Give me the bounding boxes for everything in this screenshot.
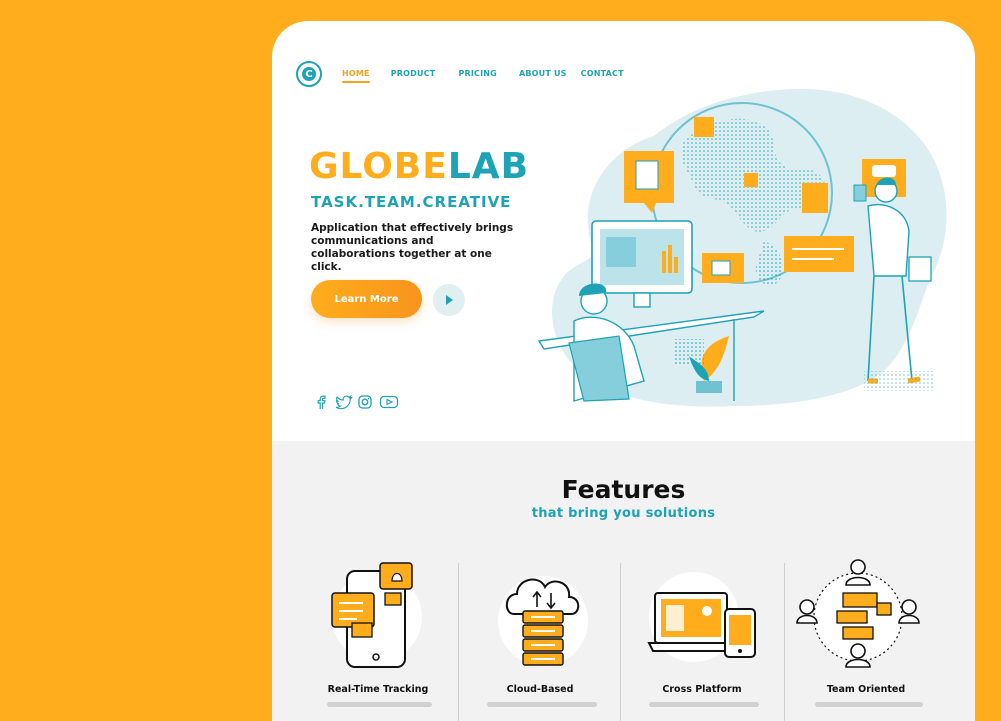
hero-description: Application that effectively brings comm… xyxy=(311,222,514,273)
hero-tagline: TASK.TEAM.CREATIVE xyxy=(311,193,512,211)
learn-more-button[interactable]: Learn More xyxy=(311,280,422,318)
feature-name: Cloud-Based xyxy=(506,684,574,695)
feature-cloud-based[interactable]: Cloud-Based xyxy=(459,559,621,721)
features-title: Features xyxy=(561,475,686,504)
nav-home[interactable]: HOME xyxy=(342,69,370,83)
feature-name: Real-Time Tracking xyxy=(327,684,429,695)
nav-product[interactable]: PRODUCT xyxy=(391,69,436,78)
hero-title-globe: GLOBE xyxy=(309,146,448,187)
team-people-icon xyxy=(796,559,920,668)
instagram-icon[interactable] xyxy=(357,394,373,410)
feature-name: Cross Platform xyxy=(662,684,742,695)
laptop-phone-icon xyxy=(647,572,756,662)
youtube-icon[interactable] xyxy=(379,394,399,410)
social-links xyxy=(313,394,399,410)
phone-notifications-icon xyxy=(331,562,422,668)
nav-contact[interactable]: CONTACT xyxy=(581,69,624,78)
nav-about-us[interactable]: ABOUT US xyxy=(519,69,567,78)
feature-description-placeholder xyxy=(487,702,597,707)
twitter-icon[interactable] xyxy=(335,394,353,410)
features-section: Features that bring you solutions Real-T… xyxy=(272,441,975,721)
nav-pricing[interactable]: PRICING xyxy=(458,69,497,78)
landing-page-card: C HOME PRODUCT PRICING ABOUT US CONTACT … xyxy=(272,21,975,721)
feature-description-placeholder xyxy=(815,702,923,707)
globe-logo-icon[interactable]: C xyxy=(296,61,322,87)
feature-real-time-tracking[interactable]: Real-Time Tracking xyxy=(297,559,459,721)
feature-cross-platform[interactable]: Cross Platform xyxy=(621,559,783,721)
feature-team-oriented[interactable]: Team Oriented xyxy=(785,559,947,721)
feature-description-placeholder xyxy=(649,702,759,707)
hero-title: GLOBELAB xyxy=(309,149,529,185)
feature-description-placeholder xyxy=(327,702,432,707)
cloud-server-icon xyxy=(498,576,588,666)
hero-title-lab: LAB xyxy=(447,146,530,187)
facebook-icon[interactable] xyxy=(313,394,329,410)
hero-illustration xyxy=(537,88,947,407)
main-nav: HOME PRODUCT PRICING ABOUT US CONTACT xyxy=(342,69,624,83)
features-subtitle: that bring you solutions xyxy=(531,506,716,521)
feature-name: Team Oriented xyxy=(826,684,906,695)
play-icon[interactable] xyxy=(433,284,465,316)
